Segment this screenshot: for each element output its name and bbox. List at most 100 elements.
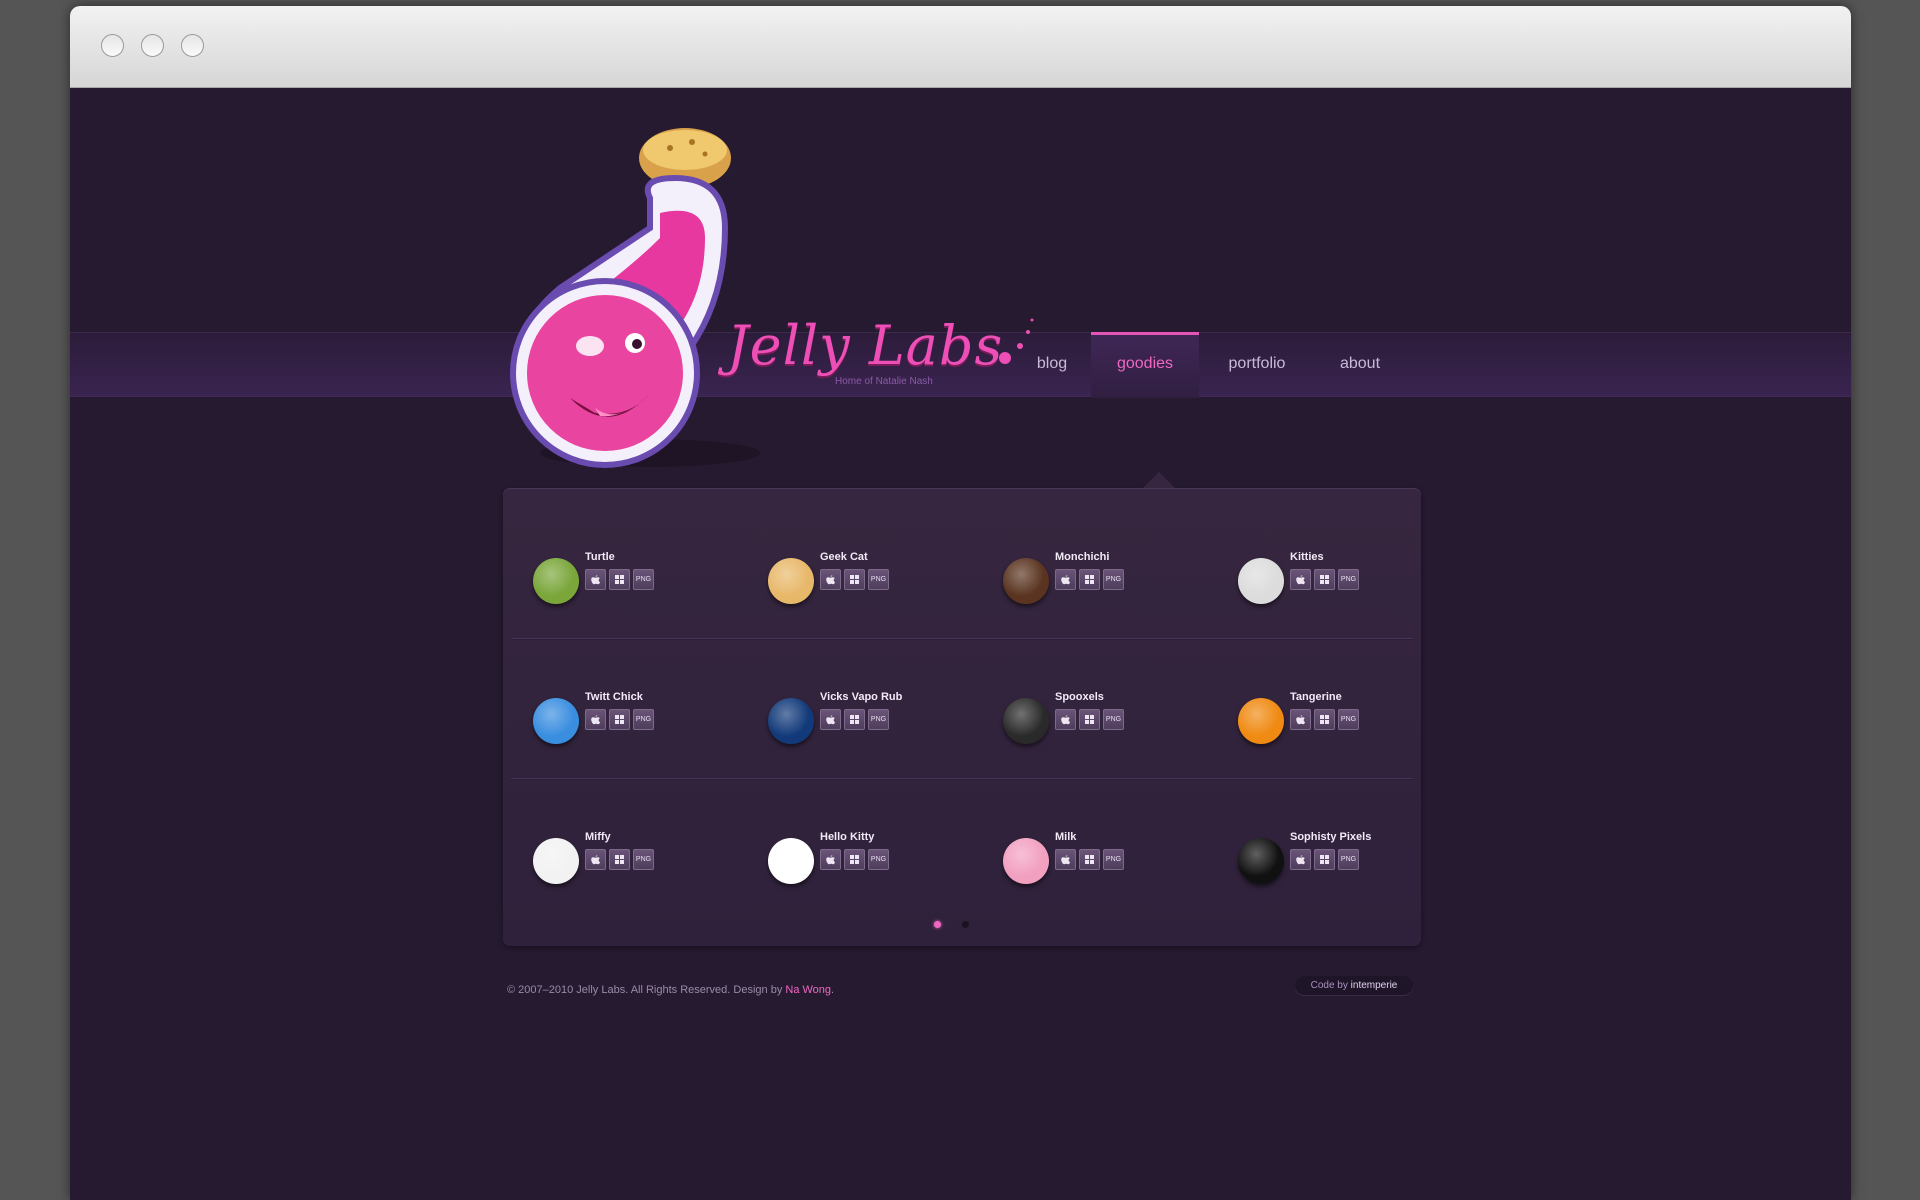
windows-download-button[interactable] [844, 709, 865, 730]
nav-goodies[interactable]: goodies [1091, 332, 1199, 398]
windows-download-button[interactable] [1079, 709, 1100, 730]
copyright-end: . [831, 984, 835, 996]
windows-download-button[interactable] [609, 849, 630, 870]
apple-icon [1296, 575, 1306, 585]
nav-blog[interactable]: blog [1016, 332, 1088, 395]
png-download-button[interactable]: PNG [1338, 849, 1359, 870]
png-download-button[interactable]: PNG [1103, 709, 1124, 730]
goodie-name[interactable]: Geek Cat [820, 551, 868, 563]
hello-kitty-icon[interactable] [768, 838, 814, 884]
minimize-window-button[interactable] [141, 34, 164, 57]
goodies-panel: Turtle PNG Geek Cat PNG Monchichi PNG Kitties P… [503, 472, 1421, 946]
mac-download-button[interactable] [1290, 709, 1311, 730]
mac-download-button[interactable] [820, 849, 841, 870]
png-download-button[interactable]: PNG [1338, 569, 1359, 590]
goodie-name[interactable]: Miffy [585, 831, 611, 843]
windows-download-button[interactable] [609, 569, 630, 590]
goodie-name[interactable]: Kitties [1290, 551, 1324, 563]
goodie-name[interactable]: Sophisty Pixels [1290, 831, 1371, 843]
logo-tagline: Home of Natalie Nash [835, 376, 933, 387]
tangerine-icon[interactable] [1238, 698, 1284, 744]
code-by-badge[interactable]: Code by intemperie [1295, 976, 1413, 995]
twitt-chick-icon[interactable] [533, 698, 579, 744]
goodie-item[interactable]: Turtle PNG [533, 546, 763, 606]
goodie-name[interactable]: Hello Kitty [820, 831, 874, 843]
goodie-item[interactable]: Spooxels PNG [1003, 686, 1233, 746]
vicks-icon[interactable] [768, 698, 814, 744]
mac-download-button[interactable] [820, 709, 841, 730]
goodie-item[interactable]: Kitties PNG [1238, 546, 1468, 606]
png-download-button[interactable]: PNG [633, 569, 654, 590]
png-download-button[interactable]: PNG [1103, 849, 1124, 870]
mac-download-button[interactable] [820, 569, 841, 590]
windows-icon [1085, 855, 1094, 864]
mac-download-button[interactable] [585, 849, 606, 870]
zoom-window-button[interactable] [181, 34, 204, 57]
goodie-name[interactable]: Twitt Chick [585, 691, 643, 703]
cauldron-icon[interactable] [1003, 698, 1049, 744]
goodie-item[interactable]: Twitt Chick PNG [533, 686, 763, 746]
goodie-name[interactable]: Milk [1055, 831, 1076, 843]
goodie-name[interactable]: Tangerine [1290, 691, 1342, 703]
browser-titlebar [70, 6, 1851, 88]
monchichi-icon[interactable] [1003, 558, 1049, 604]
goodie-item[interactable]: Hello Kitty PNG [768, 826, 998, 886]
mac-download-button[interactable] [1290, 569, 1311, 590]
mac-download-button[interactable] [1055, 849, 1076, 870]
png-download-button[interactable]: PNG [1338, 709, 1359, 730]
goodie-item[interactable]: Milk PNG [1003, 826, 1233, 886]
close-window-button[interactable] [101, 34, 124, 57]
apple-icon [826, 855, 836, 865]
windows-download-button[interactable] [1079, 569, 1100, 590]
mac-download-button[interactable] [585, 569, 606, 590]
windows-icon [1320, 715, 1329, 724]
windows-download-button[interactable] [1314, 569, 1335, 590]
goodie-name[interactable]: Turtle [585, 551, 615, 563]
png-download-button[interactable]: PNG [633, 709, 654, 730]
goodie-name[interactable]: Spooxels [1055, 691, 1104, 703]
apple-icon [1296, 855, 1306, 865]
sunglasses-icon[interactable] [1238, 838, 1284, 884]
page-dot-2[interactable] [962, 921, 969, 928]
windows-download-button[interactable] [1079, 849, 1100, 870]
windows-icon [615, 575, 624, 584]
kitties-icon[interactable] [1238, 558, 1284, 604]
goodie-item[interactable]: Miffy PNG [533, 826, 763, 886]
milk-icon[interactable] [1003, 838, 1049, 884]
row-divider [511, 778, 1413, 779]
logo-wordmark[interactable]: Jelly Labs [727, 314, 1003, 377]
png-download-button[interactable]: PNG [633, 849, 654, 870]
goodie-item[interactable]: Monchichi PNG [1003, 546, 1233, 606]
nav-portfolio[interactable]: portfolio [1201, 332, 1313, 395]
jelly-potion-logo-icon[interactable] [500, 118, 1060, 474]
mac-download-button[interactable] [1055, 569, 1076, 590]
png-download-button[interactable]: PNG [868, 709, 889, 730]
designer-link[interactable]: Na Wong [785, 984, 831, 996]
windows-download-button[interactable] [1314, 709, 1335, 730]
coder-link[interactable]: intemperie [1351, 980, 1398, 991]
miffy-icon[interactable] [533, 838, 579, 884]
mac-download-button[interactable] [585, 709, 606, 730]
nav-about[interactable]: about [1314, 332, 1406, 395]
png-download-button[interactable]: PNG [1103, 569, 1124, 590]
windows-icon [1085, 715, 1094, 724]
windows-download-button[interactable] [844, 849, 865, 870]
goodie-item[interactable]: Geek Cat PNG [768, 546, 998, 606]
apple-icon [826, 715, 836, 725]
png-download-button[interactable]: PNG [868, 849, 889, 870]
mac-download-button[interactable] [1290, 849, 1311, 870]
geek-cat-icon[interactable] [768, 558, 814, 604]
mac-download-button[interactable] [1055, 709, 1076, 730]
goodie-name[interactable]: Monchichi [1055, 551, 1109, 563]
goodie-item[interactable]: Vicks Vapo Rub PNG [768, 686, 998, 746]
windows-download-button[interactable] [844, 569, 865, 590]
goodie-item[interactable]: Tangerine PNG [1238, 686, 1468, 746]
windows-download-button[interactable] [609, 709, 630, 730]
code-by-label: Code by [1310, 980, 1351, 991]
turtle-icon[interactable] [533, 558, 579, 604]
png-download-button[interactable]: PNG [868, 569, 889, 590]
goodie-name[interactable]: Vicks Vapo Rub [820, 691, 902, 703]
windows-download-button[interactable] [1314, 849, 1335, 870]
page-dot-1[interactable] [934, 921, 941, 928]
goodie-item[interactable]: Sophisty Pixels PNG [1238, 826, 1468, 886]
